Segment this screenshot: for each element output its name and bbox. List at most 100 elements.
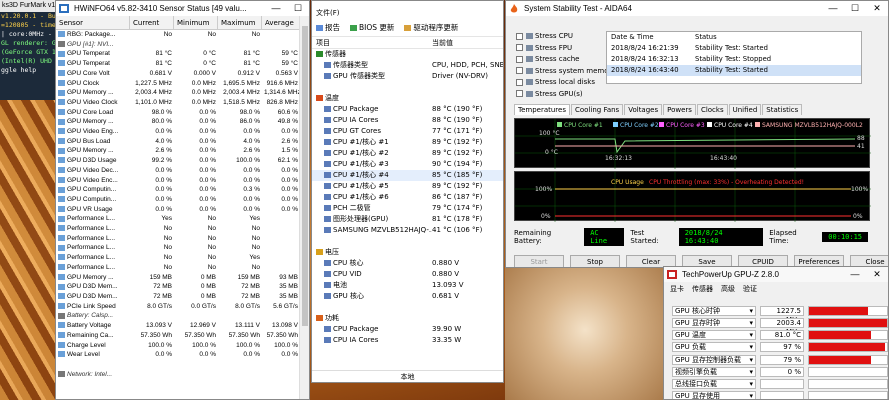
tab-temperatures[interactable]: Temperatures bbox=[514, 104, 570, 115]
sensor-select[interactable]: GPU 温度 ▾ bbox=[672, 330, 756, 341]
aida-sensor-window[interactable]: 文件(F) 报告 BIOS 更新 驱动程序更新 项目 当前值 传感器 传感器类型 C… bbox=[311, 0, 504, 383]
checkbox[interactable] bbox=[516, 90, 523, 97]
tab-powers[interactable]: Powers bbox=[663, 104, 696, 115]
minimize-icon[interactable]: — bbox=[822, 1, 844, 16]
col-maximum[interactable]: Maximum bbox=[218, 16, 262, 29]
table-row[interactable]: Charge Level 100.0 % 100.0 % 100.0 % 100.0 % bbox=[56, 341, 300, 351]
table-row[interactable]: GPU Clock 1,227.5 MHz 0.0 MHz 1,695.5 MHz 91… bbox=[56, 79, 300, 89]
table-row[interactable]: Network: Intel... bbox=[56, 370, 300, 380]
list-item[interactable]: CPU IA Cores 33.35 W bbox=[312, 335, 503, 346]
list-item[interactable]: 传感器类型 CPU, HDD, PCH, SNB bbox=[312, 60, 503, 71]
list-item[interactable] bbox=[312, 302, 503, 313]
list-item[interactable]: CPU VID 0.880 V bbox=[312, 269, 503, 280]
table-row[interactable]: Wear Level 0.0 % 0.0 % 0.0 % 0.0 % bbox=[56, 350, 300, 360]
checkbox[interactable] bbox=[516, 32, 523, 40]
tab-statistics[interactable]: Statistics bbox=[762, 104, 803, 115]
table-row[interactable]: GPU Core Load 98.0 % 0.0 % 98.0 % 60.6 % bbox=[56, 108, 300, 118]
table-row[interactable]: GPU Memory ... 159 MB 0 MB 159 MB 93 MB bbox=[56, 273, 300, 283]
bios-update-button[interactable]: BIOS 更新 bbox=[350, 22, 394, 33]
gpuz-titlebar[interactable]: TechPowerUp GPU-Z 2.8.0 — ✕ bbox=[664, 267, 888, 282]
col-sensor[interactable]: Sensor bbox=[56, 16, 130, 29]
list-item[interactable]: 图形处理器(GPU) 81 °C (178 °F) bbox=[312, 214, 503, 225]
tab-graphics-card[interactable]: 显卡 bbox=[670, 282, 684, 296]
tab-advanced[interactable]: 高级 bbox=[721, 282, 735, 296]
table-row[interactable] bbox=[56, 360, 300, 370]
table-row[interactable]: GPU Memory ... 80.0 % 0.0 % 86.0 % 49.8 % bbox=[56, 117, 300, 127]
table-row[interactable]: GPU [#1]: NVI... bbox=[56, 40, 300, 50]
list-item[interactable]: CPU #1/核心 #2 89 °C (192 °F) bbox=[312, 148, 503, 159]
table-row[interactable]: GPU Memory ... 2.6 % 0.0 % 2.6 % 1.5 % bbox=[56, 146, 300, 156]
table-row[interactable]: Battery: Calsp... bbox=[56, 311, 300, 321]
tab-cooling-fans[interactable]: Cooling Fans bbox=[571, 104, 624, 115]
table-row[interactable]: Performance L... No No No bbox=[56, 243, 300, 253]
table-row[interactable]: GPU Video Clock 1,101.0 MHz 0.0 MHz 1,518.5… bbox=[56, 98, 300, 108]
list-item[interactable]: CPU Package 39.90 W bbox=[312, 324, 503, 335]
dm-menu[interactable]: 文件(F) bbox=[312, 7, 503, 19]
sensor-select[interactable]: 总线接口负载 ▾ bbox=[672, 378, 756, 389]
tab-validation[interactable]: 验证 bbox=[743, 282, 757, 296]
gpuz-window[interactable]: TechPowerUp GPU-Z 2.8.0 — ✕ 显卡 传感器 高级 验证 … bbox=[663, 266, 889, 400]
table-row[interactable]: GPU Core Volt 0.681 V 0.000 V 0.912 V 0.563 … bbox=[56, 69, 300, 79]
stress-option[interactable]: Stress FPU bbox=[516, 43, 606, 55]
minimize-icon[interactable]: — bbox=[265, 1, 287, 16]
table-row[interactable]: Performance L... No No No bbox=[56, 263, 300, 273]
maximize-icon[interactable]: ☐ bbox=[287, 1, 309, 16]
hwinfo-window[interactable]: HWiNFO64 v5.82-3410 Sensor Status [49 va… bbox=[55, 0, 310, 400]
table-row[interactable]: GPU Bus Load 4.0 % 0.0 % 4.0 % 2.6 % bbox=[56, 137, 300, 147]
list-item[interactable] bbox=[312, 236, 503, 247]
sensor-select[interactable]: GPU 显存控制器负载 ▾ bbox=[672, 354, 756, 365]
list-item[interactable]: 温度 bbox=[312, 93, 503, 104]
table-row[interactable]: GPU Video Dec... 0.0 % 0.0 % 0.0 % 0.0 % bbox=[56, 166, 300, 176]
table-row[interactable]: Battery Voltage 13.093 V 12.969 V 13.111 V 1… bbox=[56, 321, 300, 331]
list-item[interactable]: CPU #1/核心 #3 90 °C (194 °F) bbox=[312, 159, 503, 170]
table-row[interactable]: Performance L... No No No bbox=[56, 234, 300, 244]
log-row[interactable]: 2018/8/24 16:21:39 Stability Test: Starte… bbox=[607, 43, 861, 54]
table-row[interactable]: GPU Video Eng... 0.0 % 0.0 % 0.0 % 0.0 % bbox=[56, 127, 300, 137]
checkbox[interactable] bbox=[516, 55, 523, 63]
list-item[interactable]: 电池 13.093 V bbox=[312, 280, 503, 291]
close-icon[interactable]: ✕ bbox=[866, 267, 888, 282]
list-item[interactable]: 传感器 bbox=[312, 49, 503, 60]
list-item[interactable]: CPU GT Cores 77 °C (171 °F) bbox=[312, 126, 503, 137]
table-row[interactable]: GPU D3D Usage 99.2 % 0.0 % 100.0 % 62.1 % bbox=[56, 156, 300, 166]
sensor-select[interactable]: GPU 负载 ▾ bbox=[672, 342, 756, 353]
hwinfo-scrollbar[interactable] bbox=[299, 16, 309, 399]
list-item[interactable]: CPU 核心 0.880 V bbox=[312, 258, 503, 269]
list-item[interactable]: 功耗 bbox=[312, 313, 503, 324]
col-item[interactable]: 项目 bbox=[312, 37, 432, 48]
list-item[interactable]: CPU #1/核心 #1 89 °C (192 °F) bbox=[312, 137, 503, 148]
log-row[interactable]: 2018/8/24 16:43:40 Stability Test: Starte… bbox=[607, 65, 861, 76]
table-row[interactable]: GPU VR Usage 0.0 % 0.0 % 0.0 % 0.0 % bbox=[56, 205, 300, 215]
tab-clocks[interactable]: Clocks bbox=[696, 104, 728, 115]
stress-option[interactable]: Stress local disks bbox=[516, 77, 606, 89]
driver-update-button[interactable]: 驱动程序更新 bbox=[404, 22, 458, 33]
close-icon[interactable]: ✕ bbox=[866, 1, 888, 16]
table-row[interactable]: Performance L... Yes No Yes bbox=[56, 214, 300, 224]
aida-stability-window[interactable]: System Stability Test - AIDA64 — ☐ ✕ Stres… bbox=[505, 0, 889, 268]
table-row[interactable]: GPU Video Enc... 0.0 % 0.0 % 0.0 % 0.0 % bbox=[56, 176, 300, 186]
sensor-select[interactable]: 视频引擎负载 ▾ bbox=[672, 366, 756, 377]
stress-option[interactable]: Stress GPU(s) bbox=[516, 89, 606, 101]
list-item[interactable]: CPU IA Cores 88 °C (190 °F) bbox=[312, 115, 503, 126]
list-item[interactable]: CPU #1/核心 #5 89 °C (192 °F) bbox=[312, 181, 503, 192]
table-row[interactable]: GPU D3D Mem... 72 MB 0 MB 72 MB 35 MB bbox=[56, 282, 300, 292]
table-row[interactable]: Performance L... No No Yes bbox=[56, 253, 300, 263]
table-row[interactable]: Remaining Ca... 57.350 Wh 57.350 Wh 57.350 … bbox=[56, 331, 300, 341]
sensor-select[interactable]: GPU 显存时钟 ▾ bbox=[672, 317, 756, 328]
log-row[interactable]: 2018/8/24 16:32:13 Stability Test: Stoppe… bbox=[607, 54, 861, 65]
list-item[interactable]: GPU 传感器类型 Driver (NV-DRV) bbox=[312, 71, 503, 82]
maximize-icon[interactable]: ☐ bbox=[844, 1, 866, 16]
scroll-thumb[interactable] bbox=[302, 26, 308, 326]
list-item[interactable]: CPU Package 88 °C (190 °F) bbox=[312, 104, 503, 115]
tab-unified[interactable]: Unified bbox=[728, 104, 762, 115]
stop-button[interactable]: Stop bbox=[570, 255, 620, 267]
stress-option[interactable]: Stress cache bbox=[516, 54, 606, 66]
minimize-icon[interactable]: — bbox=[844, 267, 866, 282]
list-item[interactable]: CPU #1/核心 #4 85 °C (185 °F) bbox=[312, 170, 503, 181]
table-row[interactable]: GPU Memory ... 2,003.4 MHz 0.0 MHz 2,003.4 … bbox=[56, 88, 300, 98]
list-item[interactable]: SAMSUNG MZVLB512HAJQ-... 41 °C (106 °F) bbox=[312, 225, 503, 236]
table-row[interactable]: GPU Computin... 0.0 % 0.0 % 0.0 % 0.0 % bbox=[56, 195, 300, 205]
col-minimum[interactable]: Minimum bbox=[174, 16, 218, 29]
col-average[interactable]: Average bbox=[262, 16, 300, 29]
col-value[interactable]: 当前值 bbox=[432, 37, 453, 48]
